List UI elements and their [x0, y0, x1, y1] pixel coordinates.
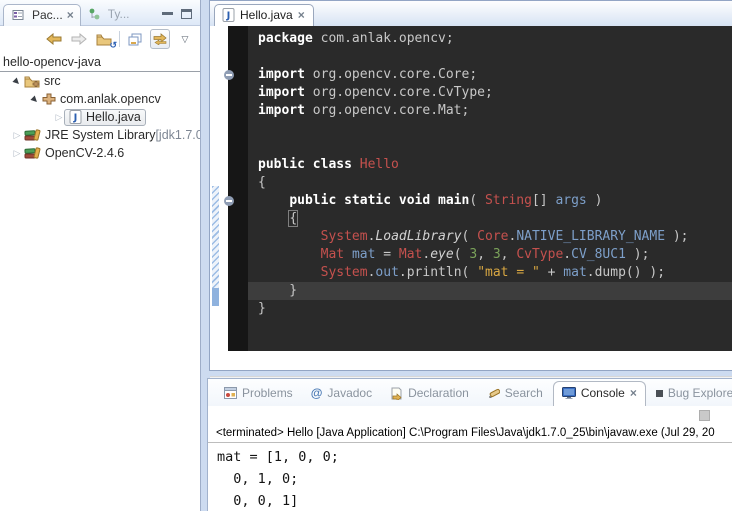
collapse-all-icon[interactable] [125, 29, 145, 49]
library-books-icon [24, 129, 41, 142]
editor-tab-label: Hello.java [240, 8, 293, 22]
tab-type-hierarchy-label: Ty... [108, 7, 130, 21]
tree-item-jre-label: JRE System Library [45, 128, 155, 142]
tab-problems-label: Problems [242, 386, 293, 400]
project-label: hello-opencv-java [3, 55, 101, 69]
declaration-icon [390, 387, 403, 400]
tree-item-jre-library[interactable]: ▷ JRE System Library [jdk1.7.0 [0, 126, 200, 144]
tree-item-opencv-library[interactable]: ▷ OpenCV-2.4.6 [0, 144, 200, 162]
package-explorer-toolbar: ↺ ▽ [0, 26, 200, 52]
fold-collapse-icon[interactable] [224, 196, 234, 206]
tab-search-label: Search [505, 386, 543, 400]
package-explorer-icon [12, 9, 24, 21]
collapsed-arrow-icon[interactable]: ▷ [54, 112, 64, 123]
expanded-arrow-icon[interactable]: ▶ [12, 77, 22, 86]
tab-declaration[interactable]: Declaration [382, 382, 477, 406]
problems-icon [224, 387, 237, 399]
java-file-icon: J [69, 110, 82, 124]
forward-icon[interactable] [69, 29, 89, 49]
jre-version-suffix: [jdk1.7.0 [155, 128, 200, 142]
library-books-icon [24, 147, 41, 160]
tab-problems[interactable]: Problems [216, 382, 301, 406]
collapsed-arrow-icon[interactable]: ▷ [12, 130, 22, 141]
collapsed-arrow-icon[interactable]: ▷ [12, 148, 22, 159]
console-toolbar-button[interactable] [699, 410, 710, 421]
svg-text:J: J [226, 11, 231, 22]
minimize-icon[interactable] [162, 12, 173, 17]
tree-item-package-label: com.anlak.opencv [60, 92, 161, 106]
tree-item-src-label: src [44, 74, 61, 88]
javadoc-at-icon: @ [311, 386, 323, 400]
close-icon[interactable]: × [298, 10, 305, 20]
console-process-title: <terminated> Hello [Java Application] C:… [208, 425, 732, 443]
editor-tab-hello-java[interactable]: J Hello.java × [214, 4, 314, 26]
tab-package-explorer[interactable]: Pac... × [3, 4, 81, 26]
java-editor: J Hello.java × package com.anlak.opencv;… [209, 0, 732, 371]
project-tree: hello-opencv-java ▶ src ▶ com.anlak.open… [0, 52, 200, 162]
tree-item-project[interactable]: hello-opencv-java [0, 52, 200, 71]
tab-type-hierarchy[interactable]: Ty... [81, 4, 136, 25]
link-with-editor-icon[interactable] [150, 29, 170, 49]
fold-collapse-icon[interactable] [224, 70, 234, 80]
tab-declaration-label: Declaration [408, 386, 469, 400]
type-hierarchy-icon [89, 8, 100, 20]
java-package-icon [42, 93, 56, 105]
search-pencil-icon [487, 387, 500, 400]
editor-body[interactable]: package com.anlak.opencv;import org.open… [210, 26, 732, 351]
console-monitor-icon [562, 387, 576, 399]
console-view: Problems @ Javadoc Declaration Search Co… [207, 378, 732, 511]
tab-search[interactable]: Search [479, 382, 551, 406]
bug-explorer-icon [656, 390, 663, 397]
close-icon[interactable]: × [630, 388, 637, 398]
tab-bug-explorer-label: Bug Explorer [668, 386, 732, 400]
tree-item-opencv-label: OpenCV-2.4.6 [45, 146, 124, 160]
close-icon[interactable]: × [67, 10, 74, 20]
tab-console-label: Console [581, 386, 625, 400]
back-icon[interactable] [44, 29, 64, 49]
tab-console[interactable]: Console × [553, 381, 646, 406]
tab-javadoc[interactable]: @ Javadoc [303, 382, 380, 406]
range-indicator [212, 186, 219, 288]
view-menu-icon[interactable]: ▽ [175, 29, 195, 49]
expanded-arrow-icon[interactable]: ▶ [30, 95, 40, 104]
tree-item-hello-java-label: Hello.java [86, 110, 141, 124]
caret-range-indicator [212, 288, 219, 306]
tree-item-hello-java[interactable]: ▷ J Hello.java [0, 108, 200, 126]
bottom-tabbar: Problems @ Javadoc Declaration Search Co… [208, 379, 732, 406]
tab-package-explorer-label: Pac... [32, 8, 63, 22]
up-folder-icon[interactable]: ↺ [94, 29, 114, 49]
refresh-arrow-glyph: ↺ [109, 40, 117, 51]
toolbar-separator [119, 31, 120, 47]
tab-javadoc-label: Javadoc [327, 386, 372, 400]
java-file-icon: J [222, 8, 235, 22]
tree-item-src[interactable]: ▶ src [0, 72, 200, 90]
maximize-icon[interactable] [181, 9, 192, 19]
svg-text:J: J [73, 113, 78, 124]
tree-item-package[interactable]: ▶ com.anlak.opencv [0, 90, 200, 108]
console-output[interactable]: mat = [1, 0, 0; 0, 1, 0; 0, 0, 1] [208, 443, 732, 511]
editor-tabbar: J Hello.java × [210, 1, 732, 26]
code-lines[interactable]: package com.anlak.opencv;import org.open… [248, 26, 732, 351]
selected-item-box: J Hello.java [64, 109, 146, 126]
package-explorer-view: Pac... × Ty... ↺ ▽ [0, 0, 201, 511]
tab-bug-explorer[interactable]: Bug Explorer [648, 382, 732, 406]
view-tabbar: Pac... × Ty... [0, 0, 200, 26]
source-folder-icon [24, 75, 40, 88]
